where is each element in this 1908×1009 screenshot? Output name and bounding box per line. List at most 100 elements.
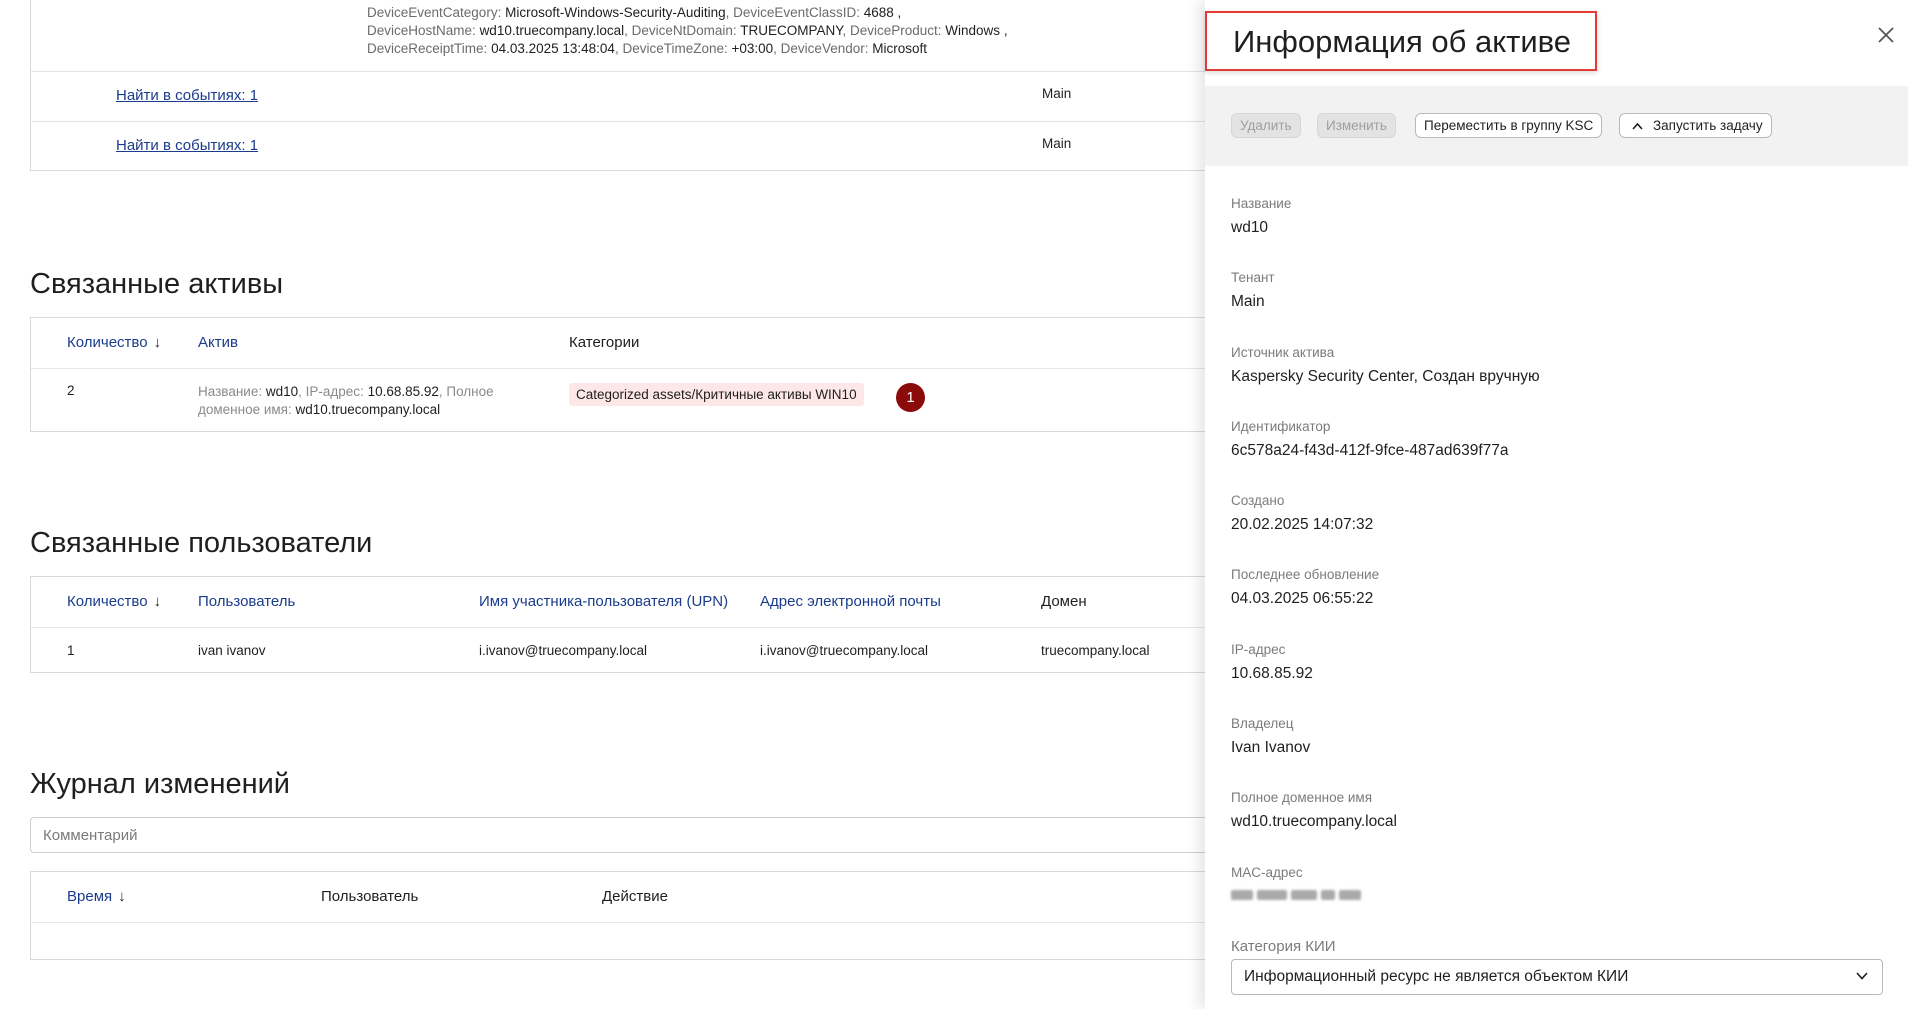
comment-input[interactable]	[31, 818, 1117, 852]
find-in-events-link[interactable]: Найти в событиях: 1	[116, 87, 258, 104]
asset-fqdn-label: , Полное	[438, 384, 494, 399]
field-label-fqdn: Полное доменное имя	[1231, 790, 1372, 805]
field-value-created: 20.02.2025 14:07:32	[1231, 516, 1374, 533]
field-value: Windows	[945, 23, 1001, 38]
changelog-title: Журнал изменений	[30, 768, 290, 800]
field-key: , DeviceTimeZone:	[614, 41, 728, 56]
field-value: Microsoft	[872, 41, 928, 56]
changelog-user-header: Пользователь	[321, 888, 419, 905]
field-key: , DeviceVendor:	[773, 41, 869, 56]
asset-name-label: Название:	[198, 384, 263, 399]
asset-name: wd10	[265, 384, 299, 399]
move-to-ksc-group-button[interactable]: Переместить в группу KSC	[1415, 113, 1603, 138]
field-label-tenant: Тенант	[1231, 270, 1275, 285]
field-key: , DeviceNtDomain:	[624, 23, 737, 38]
related-users-title: Связанные пользователи	[30, 527, 373, 559]
field-value-tenant: Main	[1231, 293, 1265, 310]
field-value-updated: 04.03.2025 06:55:22	[1231, 590, 1374, 607]
asset-fqdn: wd10.truecompany.local	[295, 402, 441, 417]
run-task-button[interactable]: Запустить задачу	[1619, 113, 1772, 138]
comment-field[interactable]	[30, 817, 1205, 853]
arrow-down-icon: ↓	[153, 334, 162, 351]
field-sep: ,	[1003, 23, 1008, 38]
asset-fqdn-label: доменное имя:	[198, 402, 292, 417]
event-field-line: DeviceReceiptTime: 04.03.2025 13:48:04, …	[367, 41, 927, 56]
category-tag: Categorized assets/Критичные активы WIN1…	[569, 383, 864, 406]
mac-value-redacted	[1231, 887, 1363, 903]
criticality-badge: 1	[896, 383, 925, 412]
event-detail-page: DeviceEventCategory: Microsoft-Windows-S…	[0, 0, 1205, 1009]
action-header: Действие	[602, 888, 668, 905]
sort-count-header[interactable]: Количество ↓	[67, 334, 161, 351]
field-value: +03:00	[731, 41, 774, 56]
user-cell: ivan ivanov	[198, 643, 266, 658]
row-divider	[31, 627, 1205, 628]
field-key: DeviceEventCategory:	[367, 5, 502, 20]
edit-button[interactable]: Изменить	[1317, 113, 1396, 138]
sort-count-header[interactable]: Количество ↓	[67, 593, 161, 610]
field-value: 04.03.2025 13:48:04	[491, 41, 615, 56]
row-divider	[31, 368, 1205, 369]
chevron-up-icon	[1632, 123, 1643, 130]
user-header[interactable]: Пользователь	[198, 593, 295, 610]
field-key: DeviceHostName:	[367, 23, 476, 38]
field-sep: ,	[897, 5, 902, 20]
email-header[interactable]: Адрес электронной почты	[760, 593, 941, 610]
asset-cell: Название: wd10, IP-адрес: 10.68.85.92, П…	[198, 383, 494, 419]
event-link-row: Найти в событиях: 1 Main	[30, 71, 1205, 120]
count-cell: 2	[67, 383, 75, 398]
header-label: Количество	[67, 334, 148, 351]
field-value-fqdn: wd10.truecompany.local	[1231, 813, 1397, 830]
upn-header[interactable]: Имя участника-пользователя (UPN)	[479, 593, 728, 610]
row-divider	[31, 922, 1205, 923]
asset-ip: 10.68.85.92	[367, 384, 439, 399]
field-label-ip: IP-адрес	[1231, 642, 1286, 657]
field-value-name: wd10	[1231, 219, 1269, 236]
asset-header[interactable]: Актив	[198, 334, 238, 351]
event-link-row: Найти в событиях: 1 Main	[30, 121, 1205, 170]
arrow-down-icon: ↓	[118, 888, 126, 905]
domain-header: Домен	[1041, 593, 1087, 610]
header-label: Время	[67, 888, 113, 905]
asset-ip-label: , IP-адрес:	[298, 384, 364, 399]
arrow-down-icon: ↓	[153, 593, 162, 610]
field-label-kii: Категория КИИ	[1231, 938, 1336, 955]
email-cell: i.ivanov@truecompany.local	[760, 643, 929, 658]
upn-cell: i.ivanov@truecompany.local	[479, 643, 648, 658]
field-label-created: Создано	[1231, 493, 1285, 508]
related-assets-title: Связанные активы	[30, 268, 284, 300]
kii-category-value: Информационный ресурс не является объект…	[1244, 968, 1629, 985]
find-in-events-link[interactable]: Найти в событиях: 1	[116, 137, 258, 154]
field-label-updated: Последнее обновление	[1231, 567, 1380, 582]
sort-time-header[interactable]: Время ↓	[67, 888, 126, 905]
field-label-mac: MAC-адрес	[1231, 865, 1303, 880]
field-value: Microsoft-Windows-Security-Auditing	[505, 5, 726, 20]
field-label-name: Название	[1231, 196, 1292, 211]
header-label: Количество	[67, 593, 148, 610]
field-value: TRUECOMPANY	[740, 23, 843, 38]
event-field-line: DeviceHostName: wd10.truecompany.local, …	[367, 23, 1008, 38]
related-assets-table: Количество ↓ Актив Категории 2 Название: …	[30, 317, 1205, 432]
chevron-down-icon	[1856, 972, 1868, 980]
tenant-cell: Main	[1042, 136, 1072, 151]
asset-info-drawer: Информация об активе Удалить Изменить Пе…	[1205, 0, 1908, 1009]
field-value-ip: 10.68.85.92	[1231, 665, 1313, 682]
tenant-cell: Main	[1042, 86, 1072, 101]
related-users-table: Количество ↓ Пользователь Имя участника-п…	[30, 576, 1205, 673]
field-key: , DeviceProduct:	[842, 23, 942, 38]
field-value: 4688	[863, 5, 894, 20]
delete-button[interactable]: Удалить	[1231, 113, 1301, 138]
kii-category-select[interactable]: Информационный ресурс не является объект…	[1231, 959, 1883, 995]
drawer-title-box: Информация об активе	[1205, 11, 1597, 71]
field-label-owner: Владелец	[1231, 716, 1294, 731]
field-value: wd10.truecompany.local	[479, 23, 625, 38]
drawer-toolbar: Удалить Изменить Переместить в группу KS…	[1205, 86, 1908, 166]
domain-cell: truecompany.local	[1041, 643, 1150, 658]
event-field-line: DeviceEventCategory: Microsoft-Windows-S…	[367, 5, 901, 20]
count-cell: 1	[67, 643, 75, 658]
changelog-table: Время ↓ Пользователь Действие	[30, 871, 1205, 960]
field-value-id: 6c578a24-f43d-412f-9fce-487ad639f77a	[1231, 442, 1509, 459]
field-value-source: Kaspersky Security Center, Создан вручну…	[1231, 368, 1540, 385]
categories-header: Категории	[569, 334, 640, 351]
close-icon[interactable]	[1875, 24, 1897, 46]
